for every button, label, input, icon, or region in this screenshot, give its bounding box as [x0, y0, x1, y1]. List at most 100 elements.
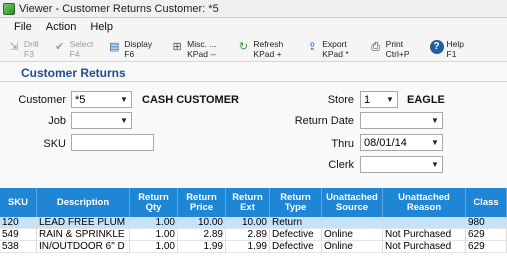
table-row[interactable]: 549 RAIN & SPRINKLE 1.00 2.89 2.89 Defective O…: [0, 229, 507, 241]
toolbar-label: Misc. ... KPad --: [187, 39, 216, 59]
table-cell: 1.99: [178, 241, 226, 253]
column-header[interactable]: Return Ext: [226, 188, 270, 217]
toolbar-shortcut: KPad +: [253, 49, 282, 59]
toolbar-shortcut: KPad --: [187, 49, 216, 59]
column-header[interactable]: Return Qty: [130, 188, 178, 217]
toolbar-label: Select F4: [70, 39, 94, 59]
column-header[interactable]: Class: [466, 188, 507, 217]
display-icon: ▤: [109, 41, 120, 53]
table-cell: Online: [322, 241, 383, 253]
toolbar-button-misc[interactable]: ⊞ Misc. ... KPad --: [170, 36, 217, 62]
toolbar-label: Help F1: [447, 39, 464, 59]
toolbar-button-display[interactable]: ▤ Display F6: [107, 36, 152, 62]
table-cell: LEAD FREE PLUM: [37, 217, 130, 229]
table-cell: 10.00: [178, 217, 226, 229]
job-select[interactable]: ▼: [71, 112, 132, 129]
store-label: Store: [327, 94, 354, 106]
toolbar-button-select[interactable]: ✔ Select F4: [53, 36, 94, 62]
table-cell: Defective: [270, 229, 322, 241]
column-header[interactable]: Return Type: [270, 188, 322, 217]
column-header[interactable]: Unattached Reason: [383, 188, 466, 217]
customer-select[interactable]: *5 ▼: [71, 91, 132, 108]
thru-date-select[interactable]: 08/01/14 ▼: [360, 134, 443, 151]
table-header: SKU Description Return Qty Return Price Retu…: [0, 188, 507, 217]
drill-icon: ⇲: [9, 41, 19, 53]
table-cell: 538: [0, 241, 37, 253]
table-cell: 629: [466, 229, 507, 241]
menu-file[interactable]: File: [7, 21, 39, 33]
sku-label: SKU: [43, 138, 66, 150]
help-icon: ?: [429, 40, 444, 54]
table-cell: [322, 217, 383, 229]
toolbar-label-line1: Display: [124, 39, 153, 49]
toolbar-label-line1: Drill: [24, 39, 39, 49]
toolbar-shortcut: F6: [124, 49, 135, 59]
chevron-down-icon[interactable]: ▼: [428, 157, 442, 172]
customer-label: Customer: [18, 94, 66, 106]
refresh-icon: ↻: [238, 41, 249, 53]
customer-name: CASH CUSTOMER: [142, 94, 239, 106]
chevron-down-icon[interactable]: ▼: [117, 113, 131, 128]
column-header[interactable]: Return Price: [178, 188, 226, 217]
menu-action[interactable]: Action: [39, 21, 84, 33]
toolbar: ⇲ Drill F3 ✔ Select F4 ▤ Display F6 ⊞ Misc. ... KPa…: [0, 36, 507, 62]
table-cell: Online: [322, 229, 383, 241]
menu-bar: File Action Help: [0, 18, 507, 36]
thru-label: Thru: [331, 138, 354, 150]
toolbar-label-line1: Help: [446, 39, 464, 49]
table-cell: 1.00: [130, 217, 178, 229]
toolbar-shortcut: F4: [69, 49, 80, 59]
store-select[interactable]: 1 ▼: [360, 91, 398, 108]
returns-table: SKU Description Return Qty Return Price Retu…: [0, 188, 507, 260]
toolbar-button-export[interactable]: ⇪ Export KPad *: [305, 36, 349, 62]
return-date-label: Return Date: [294, 115, 354, 127]
chevron-down-icon[interactable]: ▼: [428, 113, 442, 128]
clerk-select[interactable]: ▼: [360, 156, 443, 173]
toolbar-label: Print Ctrl+P: [386, 39, 410, 59]
toolbar-shortcut: KPad *: [322, 49, 349, 59]
toolbar-label: Drill F3: [24, 39, 39, 59]
toolbar-shortcut: Ctrl+P: [385, 49, 410, 59]
toolbar-button-refresh[interactable]: ↻ Refresh KPad +: [236, 36, 283, 62]
toolbar-label: Export KPad *: [322, 39, 348, 59]
toolbar-label-line1: Export: [322, 39, 347, 49]
column-header[interactable]: SKU: [0, 188, 37, 217]
table-cell: Not Purchased: [383, 229, 466, 241]
table-row[interactable]: 538 IN/OUTDOOR 6" D 1.00 1.99 1.99 Defective O…: [0, 241, 507, 253]
window-title: Viewer - Customer Returns Customer: *5: [19, 2, 219, 15]
toolbar-button-drill[interactable]: ⇲ Drill F3: [7, 36, 39, 62]
toolbar-label-line1: Refresh: [253, 39, 284, 49]
table-cell: 10.00: [226, 217, 270, 229]
column-header[interactable]: Description: [37, 188, 130, 217]
thru-value: 08/01/14: [364, 136, 407, 149]
toolbar-shortcut: F1: [446, 49, 457, 59]
section-divider: [0, 81, 507, 82]
table-cell: 1.00: [130, 241, 178, 253]
table-cell: 120: [0, 217, 37, 229]
job-label: Job: [48, 115, 66, 127]
sku-input[interactable]: [71, 134, 154, 151]
printer-icon: ⎙: [371, 41, 381, 53]
app-icon: [3, 2, 15, 15]
chevron-down-icon[interactable]: ▼: [428, 135, 442, 150]
table-cell: IN/OUTDOOR 6" D: [37, 241, 130, 253]
toolbar-shortcut: F3: [24, 49, 34, 59]
table-row[interactable]: 120 LEAD FREE PLUM 1.00 10.00 10.00 Return 980: [0, 217, 507, 229]
column-header[interactable]: Unattached Source: [322, 188, 383, 217]
page-title: Customer Returns: [21, 66, 126, 80]
toolbar-label: Display F6: [124, 39, 152, 59]
table-cell: 549: [0, 229, 37, 241]
table-cell: Not Purchased: [383, 241, 466, 253]
customer-value: *5: [75, 93, 86, 106]
table-cell: 2.89: [226, 229, 270, 241]
menu-help[interactable]: Help: [83, 21, 120, 33]
title-bar: Viewer - Customer Returns Customer: *5: [0, 0, 507, 18]
toolbar-button-print[interactable]: ⎙ Print Ctrl+P: [369, 36, 410, 62]
chevron-down-icon[interactable]: ▼: [117, 92, 131, 107]
misc-icon: ⊞: [172, 41, 182, 53]
table-cell: 1.00: [130, 229, 178, 241]
chevron-down-icon[interactable]: ▼: [383, 92, 397, 107]
toolbar-button-help[interactable]: ? Help F1: [429, 36, 464, 62]
checkmark-icon: ✔: [55, 41, 65, 53]
return-date-select[interactable]: ▼: [360, 112, 443, 129]
